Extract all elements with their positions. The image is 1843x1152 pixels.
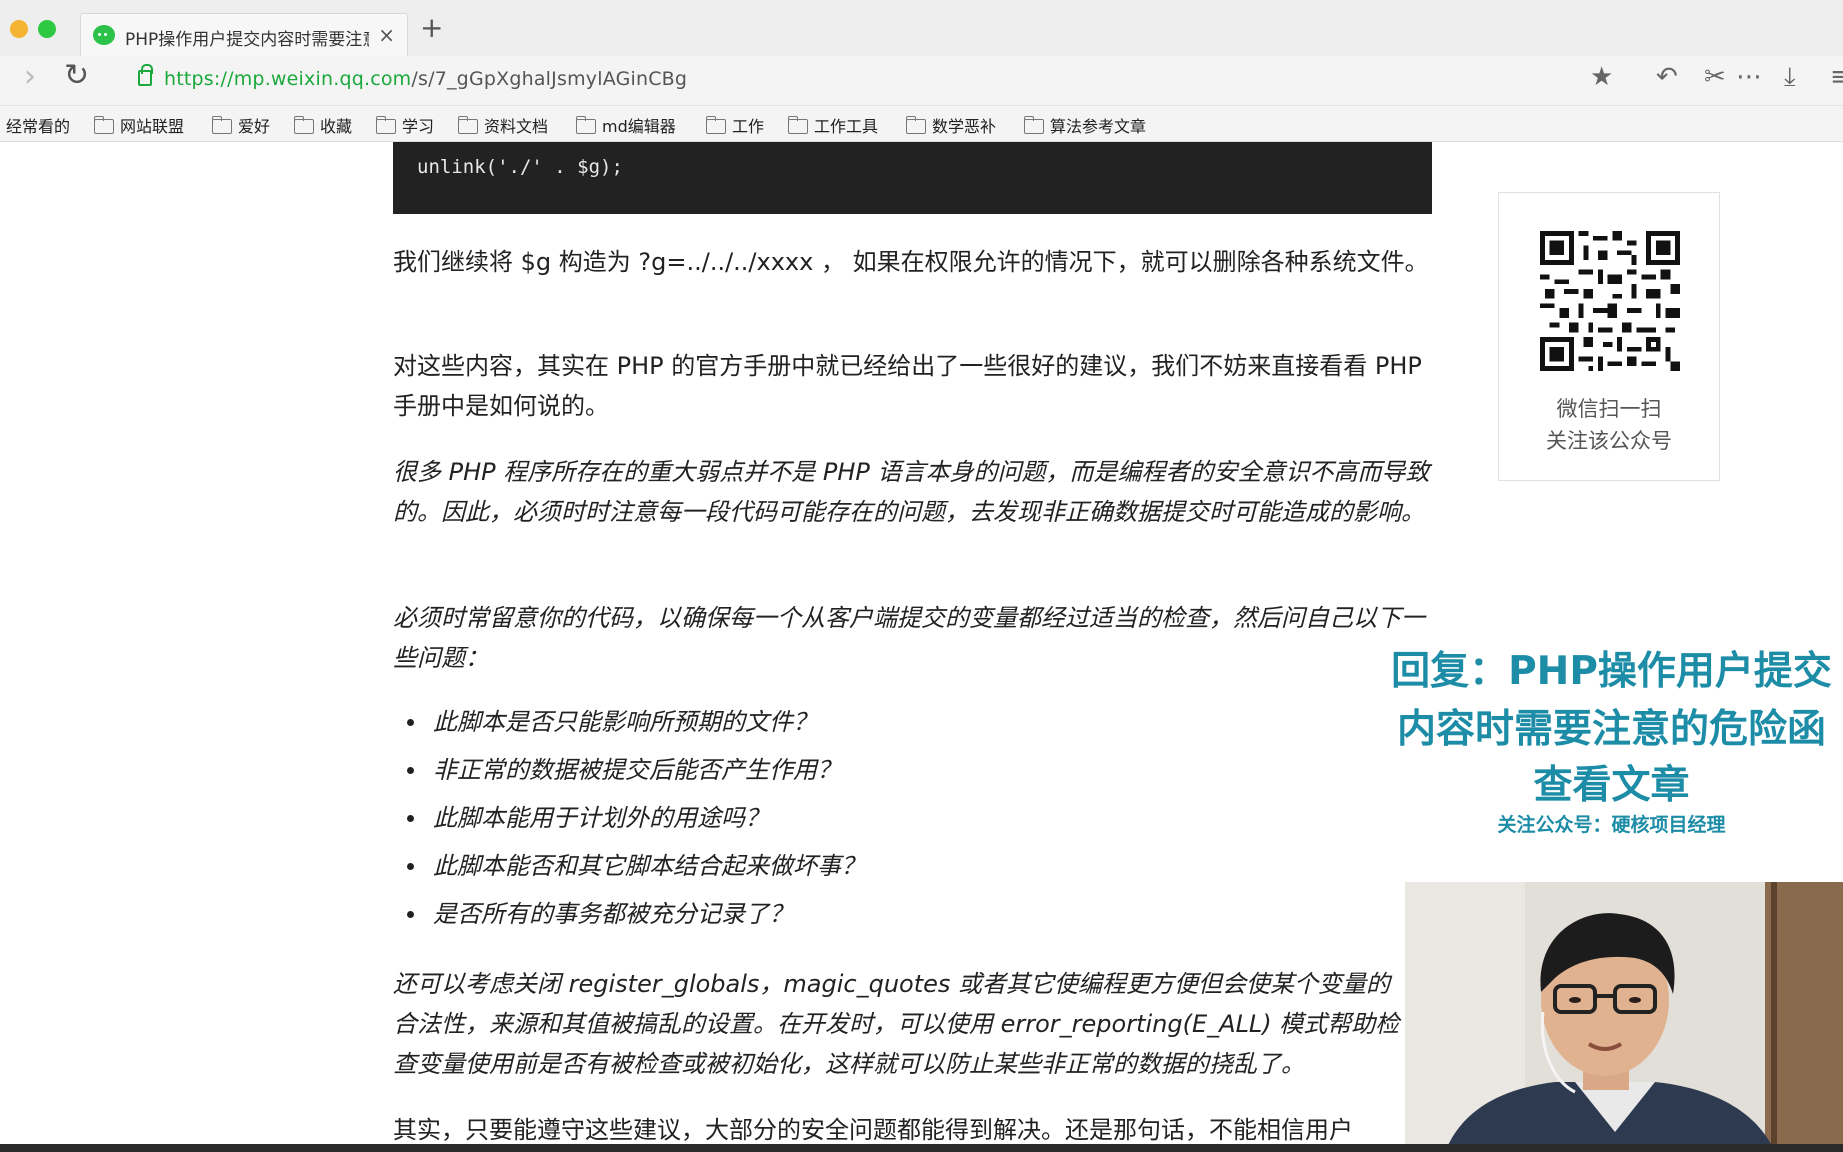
bookmark-item[interactable]: 经常看的 [6,113,70,137]
close-icon[interactable]: × [378,23,395,47]
download-icon[interactable]: ⤓ [1784,64,1796,90]
tab-title: PHP操作用户提交内容时需要注意的危险函数 [125,30,369,50]
folder-icon [294,116,314,134]
quote-paragraph: 还可以考虑关闭 register_globals，magic_quotes 或者… [393,970,1400,1078]
list-item: 非正常的数据被提交后能否产生作用？ [393,750,1293,798]
qr-caption: 关注该公众号 [1546,429,1672,453]
bookmark-folder[interactable]: 爱好 [212,113,270,137]
scissors-icon[interactable]: ✂ [1704,64,1726,90]
folder-icon [212,116,232,134]
bookmark-folder[interactable]: 网站联盟 [94,113,184,137]
bookmark-folder[interactable]: 资料文档 [458,113,548,137]
folder-icon [706,116,726,134]
bookmark-folder[interactable]: md编辑器 [576,113,676,137]
folder-icon [576,116,596,134]
wechat-icon [93,25,115,45]
url-host: mp.weixin.qq.com [233,68,412,90]
folder-icon [458,116,478,134]
qr-caption: 微信扫一扫 [1556,397,1662,421]
bookmark-folder[interactable]: 学习 [376,113,434,137]
folder-icon [1024,116,1044,134]
bookmark-folder[interactable]: 工作 [706,113,764,137]
overlay-title-line: 内容时需要注意的危险函 [1396,707,1826,752]
reload-icon[interactable]: ↻ [64,61,89,91]
overlay-subtitle: 关注公众号：硬核项目经理 [1497,814,1726,836]
undo-icon[interactable]: ↶ [1656,64,1678,90]
list-item: 此脚本是否只能影响所预期的文件？ [393,702,1293,750]
folder-icon [906,116,926,134]
folder-icon [94,116,114,134]
window-zoom-button[interactable] [38,20,56,38]
list-item: 此脚本能用于计划外的用途吗？ [393,798,1293,846]
tab-bar: PHP操作用户提交内容时需要注意的危险函数 × + [0,0,1843,56]
webcam-video [1405,882,1843,1152]
quote-paragraph: 很多 PHP 程序所存在的重大弱点并不是 PHP 语言本身的问题，而是编程者的安… [393,458,1430,526]
new-tab-button[interactable]: + [420,14,443,42]
folder-icon [788,116,808,134]
lock-icon [138,64,153,86]
star-icon[interactable]: ★ [1590,64,1613,90]
list-item: 是否所有的事务都被充分记录了？ [393,894,1293,942]
forward-icon[interactable]: › [24,62,36,92]
question-list: 此脚本是否只能影响所预期的文件？ 非正常的数据被提交后能否产生作用？ 此脚本能用… [393,702,1293,942]
url-path: /s/7_gGpXghalJsmylAGinCBg [411,68,688,90]
paragraph: 对这些内容，其实在 PHP 的官方手册中就已经给出了一些很好的建议，我们不妨来直… [393,352,1422,420]
bottom-strip [0,1144,1843,1152]
menu-icon[interactable]: ≡ [1830,64,1843,90]
bookmark-folder[interactable]: 收藏 [294,113,352,137]
paragraph: 我们继续将 $g 构造为 ?g=../../../xxxx ， 如果在权限允许的… [393,248,1429,276]
folder-icon [376,116,396,134]
address-bar: › ↻ https://mp.weixin.qq.com/s/7_gGpXgha… [0,56,1843,106]
qr-code-icon [1540,231,1680,371]
quote-paragraph: 必须时常留意你的代码，以确保每一个从客户端提交的变量都经过适当的检查，然后问自己… [393,604,1425,672]
overlay-title-line: 查看文章 [1533,763,1690,808]
qr-box: 微信扫一扫 关注该公众号 [1498,192,1720,481]
window-minimize-button[interactable] [10,20,28,38]
url-scheme: https:// [164,68,234,90]
code-block: unlink('./' . $g); [393,142,1432,214]
overlay-title-line: 回复：PHP操作用户提交 [1391,649,1832,694]
url-field[interactable]: https://mp.weixin.qq.com/s/7_gGpXghalJsm… [164,68,687,90]
bookmarks-bar: 经常看的 网站联盟 爱好 收藏 学习 资料文档 md编辑器 工作 工作工具 数学… [0,106,1843,142]
presenter-image [1405,882,1843,1152]
bookmark-folder[interactable]: 工作工具 [788,113,878,137]
more-icon[interactable]: ⋯ [1736,64,1762,90]
list-item: 此脚本能否和其它脚本结合起来做坏事？ [393,846,1293,894]
bookmark-folder[interactable]: 数学恶补 [906,113,996,137]
code-line: unlink('./' . $g); [417,156,623,178]
bookmark-folder[interactable]: 算法参考文章 [1024,113,1146,137]
browser-tab[interactable]: PHP操作用户提交内容时需要注意的危险函数 × [80,13,408,56]
